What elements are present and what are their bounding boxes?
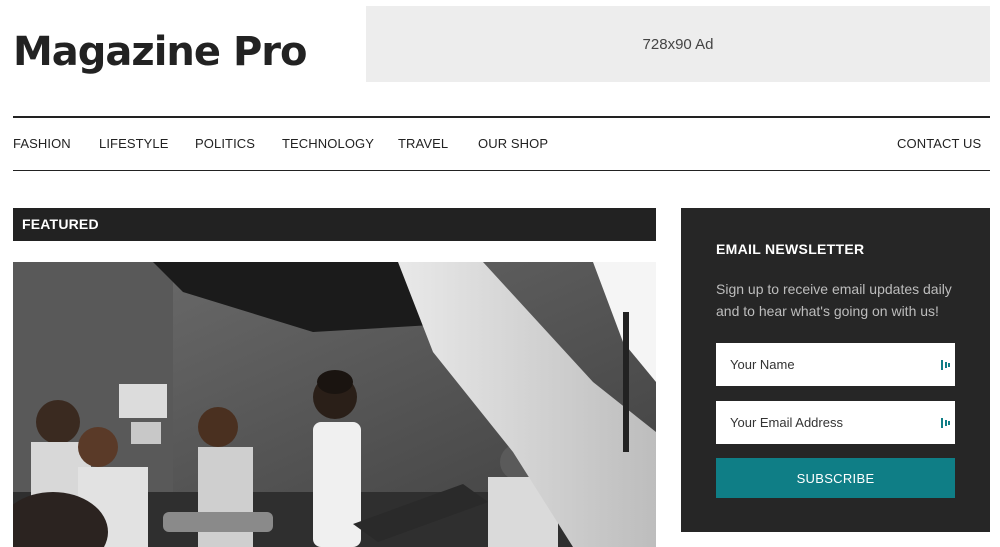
email-field[interactable] bbox=[716, 401, 955, 444]
subscribe-button[interactable]: SUBSCRIBE bbox=[716, 458, 955, 498]
name-field[interactable] bbox=[716, 343, 955, 386]
newsletter-title: EMAIL NEWSLETTER bbox=[716, 241, 865, 257]
nav-item-politics[interactable]: POLITICS bbox=[195, 136, 255, 151]
newsletter-description: Sign up to receive email updates daily a… bbox=[716, 281, 952, 319]
page: Magazine Pro 728x90 Ad FASHION LIFESTYLE… bbox=[0, 0, 1000, 547]
featured-image[interactable] bbox=[13, 262, 656, 547]
main-nav: FASHION LIFESTYLE POLITICS TECHNOLOGY TR… bbox=[13, 116, 990, 171]
nav-item-fashion[interactable]: FASHION bbox=[13, 136, 71, 151]
ad-banner[interactable]: 728x90 Ad bbox=[366, 6, 990, 82]
featured-heading: FEATURED bbox=[13, 208, 656, 241]
password-manager-icon[interactable] bbox=[941, 359, 951, 371]
ad-label: 728x90 Ad bbox=[642, 35, 714, 53]
nav-item-contact-us[interactable]: CONTACT US bbox=[897, 136, 981, 151]
nav-item-lifestyle[interactable]: LIFESTYLE bbox=[99, 136, 169, 151]
password-manager-icon[interactable] bbox=[941, 417, 951, 429]
nav-item-travel[interactable]: TRAVEL bbox=[398, 136, 448, 151]
featured-photo bbox=[13, 262, 656, 547]
site-logo[interactable]: Magazine Pro bbox=[13, 28, 307, 76]
nav-item-our-shop[interactable]: OUR SHOP bbox=[478, 136, 548, 151]
newsletter-widget: EMAIL NEWSLETTER Sign up to receive emai… bbox=[681, 208, 990, 532]
nav-item-technology[interactable]: TECHNOLOGY bbox=[282, 136, 374, 151]
